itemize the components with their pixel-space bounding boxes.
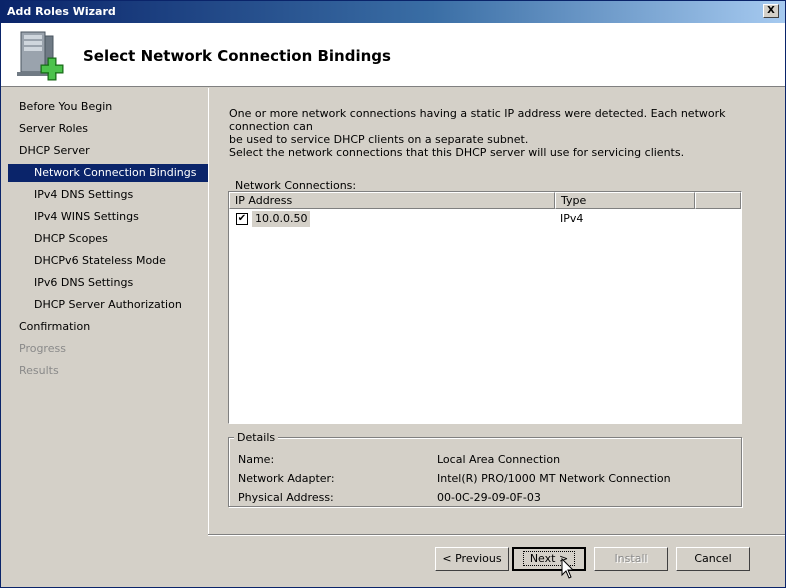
physical-address-label: Physical Address: <box>238 491 334 504</box>
row-ip-address: 10.0.0.50 <box>252 211 311 227</box>
network-adapter-value: Intel(R) PRO/1000 MT Network Connection <box>437 472 671 485</box>
wizard-header: Select Network Connection Bindings <box>1 23 785 87</box>
title-bar[interactable]: Add Roles Wizard X <box>1 1 785 23</box>
name-value: Local Area Connection <box>437 453 561 466</box>
network-connections-list[interactable]: IP Address Type ✔ 10.0.0.50 IPv4 <box>228 191 742 424</box>
nav-step-server-roles[interactable]: Server Roles <box>8 120 208 138</box>
nav-step-dhcp-scopes[interactable]: DHCP Scopes <box>8 230 208 248</box>
content-divider <box>208 88 209 535</box>
details-groupbox: Details Name: Local Area Connection Netw… <box>228 431 742 507</box>
column-header-type[interactable]: Type <box>555 192 695 209</box>
nav-step-confirmation[interactable]: Confirmation <box>8 318 208 336</box>
close-button[interactable]: X <box>763 4 779 18</box>
wizard-steps-nav: Before You Begin Server Roles DHCP Server N… <box>8 95 208 535</box>
previous-button[interactable]: < Previous <box>435 547 509 571</box>
list-header: IP Address Type <box>229 192 741 209</box>
nav-step-ipv4-dns-settings[interactable]: IPv4 DNS Settings <box>8 186 208 204</box>
nav-step-ipv6-dns-settings[interactable]: IPv6 DNS Settings <box>8 274 208 292</box>
description-line-1: One or more network connections having a… <box>229 107 726 133</box>
install-button[interactable]: Install <box>594 547 668 571</box>
window-title: Add Roles Wizard <box>7 5 116 18</box>
nav-step-before-you-begin[interactable]: Before You Begin <box>8 98 208 116</box>
nav-step-dhcp-server[interactable]: DHCP Server <box>8 142 208 160</box>
column-header-empty <box>695 192 741 209</box>
add-roles-wizard-window: Add Roles Wizard X Select Network Connec… <box>0 0 786 588</box>
description-text: One or more network connections having a… <box>229 107 754 146</box>
physical-address-value: 00-0C-29-09-0F-03 <box>437 491 541 504</box>
name-label: Name: <box>238 453 275 466</box>
table-row[interactable]: ✔ 10.0.0.50 IPv4 <box>229 210 741 228</box>
nav-step-dhcp-server-authorization[interactable]: DHCP Server Authorization <box>8 296 208 314</box>
mouse-pointer-icon <box>561 558 575 579</box>
nav-step-ipv4-wins-settings[interactable]: IPv4 WINS Settings <box>8 208 208 226</box>
nav-step-dhcpv6-stateless-mode[interactable]: DHCPv6 Stateless Mode <box>8 252 208 270</box>
details-legend: Details <box>234 431 279 444</box>
description-line-2: be used to service DHCP clients on a sep… <box>229 133 529 146</box>
nav-step-results: Results <box>19 364 59 377</box>
row-checkbox[interactable]: ✔ <box>236 213 248 225</box>
column-header-ip-address[interactable]: IP Address <box>229 192 555 209</box>
nav-step-progress: Progress <box>19 342 66 355</box>
cancel-button[interactable]: Cancel <box>676 547 750 571</box>
network-adapter-label: Network Adapter: <box>238 472 335 485</box>
nav-step-network-connection-bindings[interactable]: Network Connection Bindings <box>8 164 208 182</box>
server-add-icon <box>17 31 64 81</box>
page-title: Select Network Connection Bindings <box>83 47 391 65</box>
row-type: IPv4 <box>560 212 584 225</box>
footer-divider <box>208 534 785 536</box>
instruction-text: Select the network connections that this… <box>229 146 685 159</box>
